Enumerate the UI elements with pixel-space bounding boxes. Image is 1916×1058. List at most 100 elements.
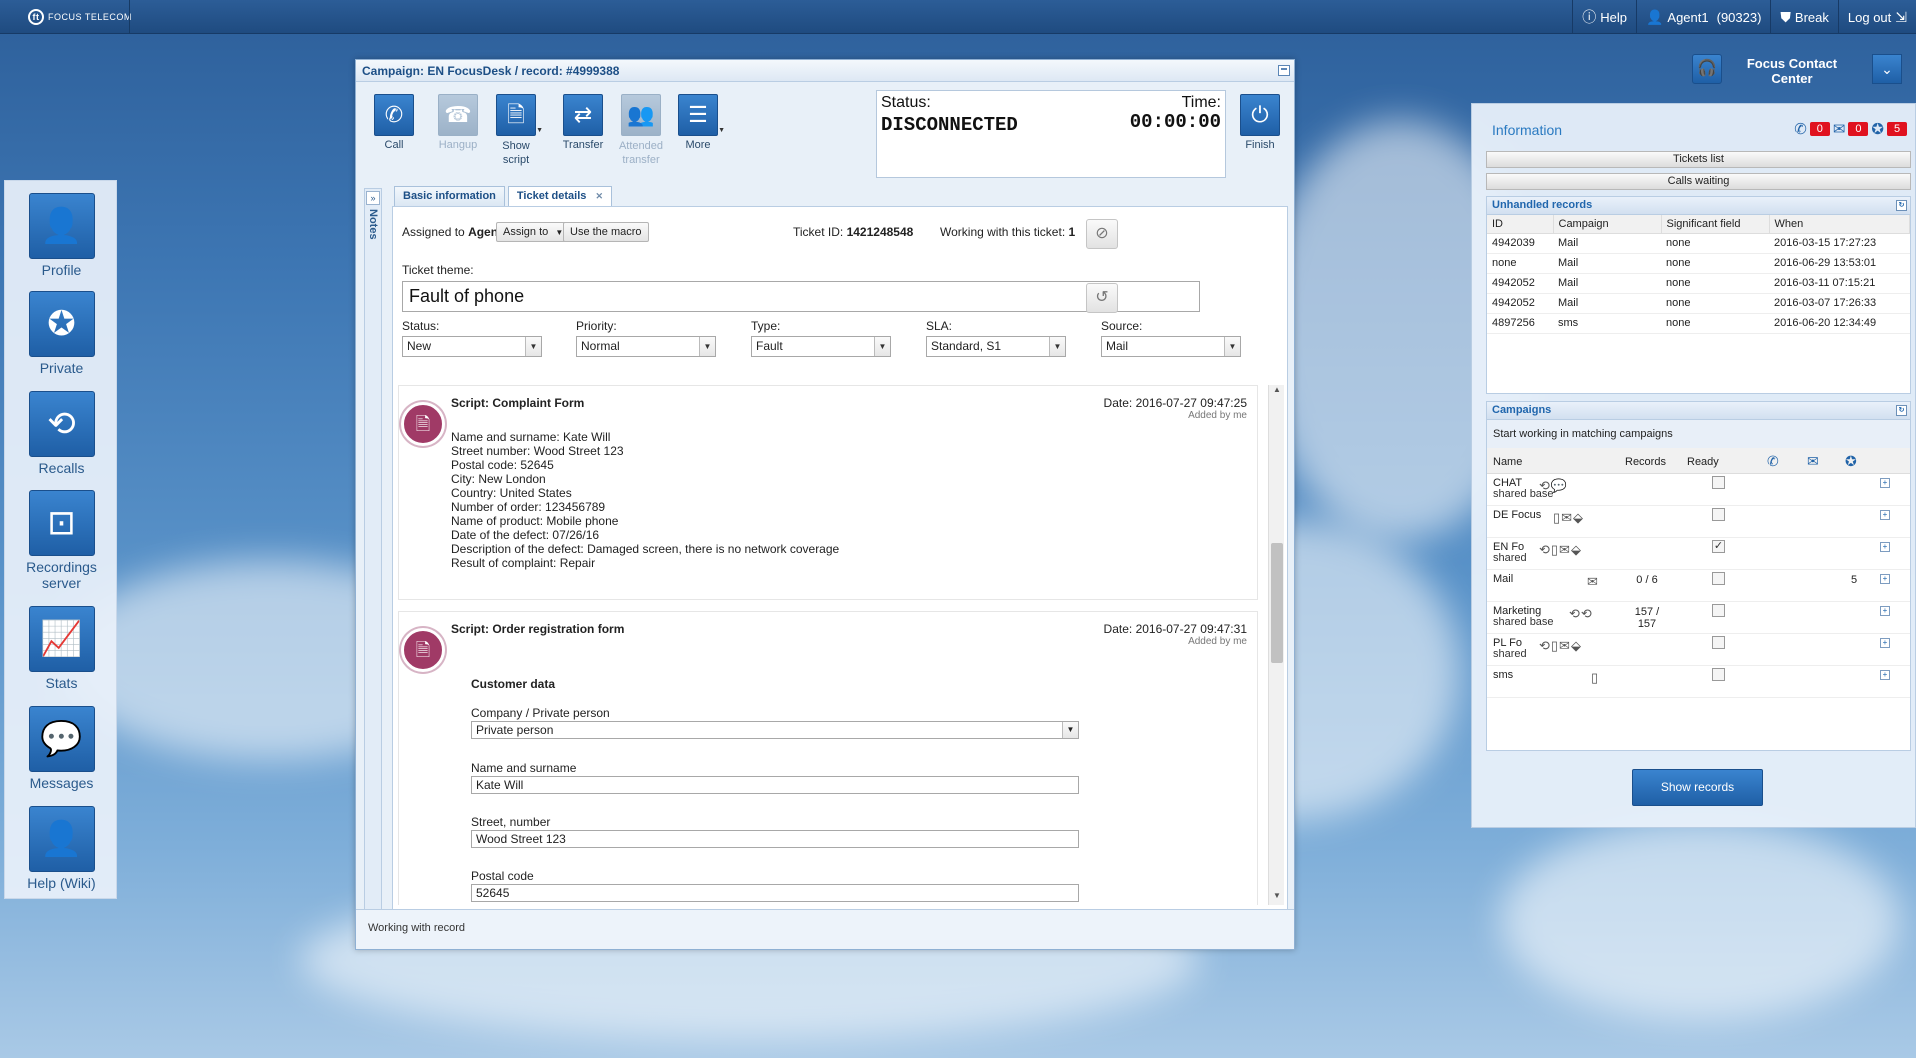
expand-icon[interactable]: + <box>1880 542 1890 552</box>
scroll-up-icon[interactable]: ▲ <box>1269 385 1285 399</box>
source-select[interactable]: Mail ▼ <box>1101 336 1241 357</box>
campaign-row[interactable]: DE Focus ▯✉⬙ + <box>1487 506 1910 538</box>
notes-panel-toggle[interactable]: » Notes <box>364 188 382 910</box>
agent-menu[interactable]: 👤 Agent1 (90323) <box>1635 0 1770 34</box>
nav-private[interactable]: ✪ Private <box>5 291 118 376</box>
nav-recalls[interactable]: ⟲ Recalls <box>5 391 118 476</box>
scroll-down-icon[interactable]: ▼ <box>1269 891 1285 905</box>
chevron-down-icon: ⌄ <box>1881 61 1893 77</box>
ticket-theme-input[interactable]: Fault of phone <box>402 281 1200 312</box>
dropdown-arrow-icon: ▼ <box>718 127 725 134</box>
expand-icon[interactable]: + <box>1880 670 1890 680</box>
sla-select[interactable]: Standard, S1 ▼ <box>926 336 1066 357</box>
campaign-row[interactable]: Marketing shared base ⟲⟲ 157 / 157 + <box>1487 602 1910 634</box>
entry-line: Name and surname: Kate Will <box>451 430 611 444</box>
entry-added-by: Added by me <box>1188 410 1247 421</box>
table-cell: 2016-03-07 17:26:33 <box>1769 293 1910 314</box>
refresh-icon[interactable]: ↻ <box>1896 405 1907 416</box>
name-input[interactable]: Kate Will <box>471 776 1079 794</box>
table-row[interactable]: 4942052 Mail none 2016-03-07 17:26:33 <box>1487 293 1910 314</box>
attended-transfer-button[interactable]: 👥 Attended transfer <box>613 94 669 167</box>
show-records-button[interactable]: Show records <box>1632 769 1763 806</box>
tab-bar: Basic information Ticket details ✕ <box>394 186 613 206</box>
nav-profile[interactable]: 👤 Profile <box>5 193 118 278</box>
collapse-button[interactable]: ⌄ <box>1872 54 1902 84</box>
transfer-label: Transfer <box>562 139 604 151</box>
street-input[interactable]: Wood Street 123 <box>471 830 1079 848</box>
campaign-row[interactable]: PL Fo shared ⟲▯✉⬙ + <box>1487 634 1910 666</box>
ready-checkbox[interactable] <box>1712 604 1725 617</box>
nav-stats[interactable]: 📈 Stats <box>5 606 118 691</box>
logout-button[interactable]: Log out ⇲ <box>1837 0 1916 34</box>
table-row[interactable]: 4942052 Mail none 2016-03-11 07:15:21 <box>1487 273 1910 294</box>
column-header[interactable]: Significant field <box>1661 215 1770 234</box>
show-script-button[interactable]: 🗎 ▼ Show script <box>488 94 544 167</box>
expand-icon[interactable]: + <box>1880 606 1890 616</box>
call-button[interactable]: ✆ Call <box>366 94 422 151</box>
mail-icon: ✉ <box>1832 121 1846 138</box>
ready-checkbox[interactable] <box>1712 668 1725 681</box>
close-tab-icon[interactable]: ✕ <box>595 191 603 201</box>
type-select-value: Fault <box>756 339 783 353</box>
more-button[interactable]: ☰ ▼ More <box>670 94 726 151</box>
call-label: Call <box>384 139 404 151</box>
campaign-row[interactable]: CHAT shared base ⟲💬 + <box>1487 474 1910 506</box>
history-button[interactable]: ↺ <box>1086 283 1118 313</box>
hide-button[interactable]: ⊘ <box>1086 219 1118 249</box>
tab-basic-information[interactable]: Basic information <box>394 186 505 206</box>
ticket-id-row: Ticket ID: 1421248548 <box>793 225 913 239</box>
section-title: Unhandled records <box>1492 199 1593 211</box>
scrollbar-thumb[interactable] <box>1271 543 1283 663</box>
column-header[interactable]: When <box>1769 215 1910 234</box>
minimize-button[interactable] <box>1278 65 1290 76</box>
nav-messages[interactable]: 💬 Messages <box>5 706 118 791</box>
campaign-row[interactable]: EN Fo shared ⟲▯✉⬙ ✓ + <box>1487 538 1910 570</box>
working-row: Working with this ticket: 1 <box>940 225 1075 239</box>
campaign-row[interactable]: sms ▯ + <box>1487 666 1910 698</box>
column-header[interactable]: ID <box>1487 215 1554 234</box>
ready-checkbox[interactable] <box>1712 572 1725 585</box>
table-row[interactable]: 4897256 sms none 2016-06-20 12:34:49 <box>1487 313 1910 334</box>
calls-waiting-button[interactable]: Calls waiting <box>1486 173 1911 190</box>
scrollbar[interactable]: ▲ ▼ <box>1268 385 1284 905</box>
table-row[interactable]: 4942039 Mail none 2016-03-15 17:27:23 <box>1487 233 1910 254</box>
expand-icon[interactable]: + <box>1880 510 1890 520</box>
campaign-title: Mail <box>1493 573 1514 585</box>
priority-select[interactable]: Normal ▼ <box>576 336 716 357</box>
help-button[interactable]: ⓘ Help <box>1572 0 1636 34</box>
break-button[interactable]: ⛊ Break <box>1770 0 1837 34</box>
nav-recordings-server[interactable]: ⊡ Recordings server <box>5 490 118 591</box>
footer-status: Working with record <box>368 922 465 934</box>
ready-checkbox[interactable] <box>1712 476 1725 489</box>
headset-icon: 🎧 <box>1692 54 1722 84</box>
company-select[interactable]: Private person ▼ <box>471 721 1079 739</box>
user-icon: 👤 <box>1645 8 1664 25</box>
finish-button[interactable]: ⏻ Finish <box>1232 94 1288 151</box>
campaign-title: sms <box>1493 669 1514 681</box>
nav-help-wiki[interactable]: 👤 Help (Wiki) <box>5 806 118 891</box>
expand-icon[interactable]: + <box>1880 638 1890 648</box>
expand-icon[interactable]: + <box>1880 478 1890 488</box>
tickets-list-button[interactable]: Tickets list <box>1486 151 1911 168</box>
channel-icons: ▯ <box>1591 670 1600 685</box>
type-select[interactable]: Fault ▼ <box>751 336 891 357</box>
tab-ticket-details[interactable]: Ticket details ✕ <box>507 186 613 206</box>
ready-checkbox[interactable] <box>1712 636 1725 649</box>
ready-checkbox[interactable] <box>1712 508 1725 521</box>
column-header[interactable]: Campaign <box>1553 215 1662 234</box>
ready-checkbox[interactable]: ✓ <box>1712 540 1725 553</box>
assign-to-button[interactable]: Assign to ▼ <box>496 222 571 242</box>
postal-code-input[interactable]: 52645 <box>471 884 1079 902</box>
history-icon: ↺ <box>1095 289 1109 306</box>
use-macro-button[interactable]: Use the macro <box>563 222 649 242</box>
campaign-row[interactable]: Mail ✉ 0 / 6 5 + <box>1487 570 1910 602</box>
help-icon: ⓘ <box>1582 9 1597 25</box>
status-select[interactable]: New ▼ <box>402 336 542 357</box>
hangup-icon: ☎ <box>438 94 478 136</box>
hangup-button[interactable]: ☎ Hangup <box>430 94 486 151</box>
table-row[interactable]: none Mail none 2016-06-29 13:53:01 <box>1487 253 1910 274</box>
entry-added-by: Added by me <box>1188 636 1247 647</box>
refresh-icon[interactable]: ↻ <box>1896 200 1907 211</box>
expand-icon[interactable]: + <box>1880 574 1890 584</box>
transfer-button[interactable]: ⇄ Transfer <box>555 94 611 151</box>
